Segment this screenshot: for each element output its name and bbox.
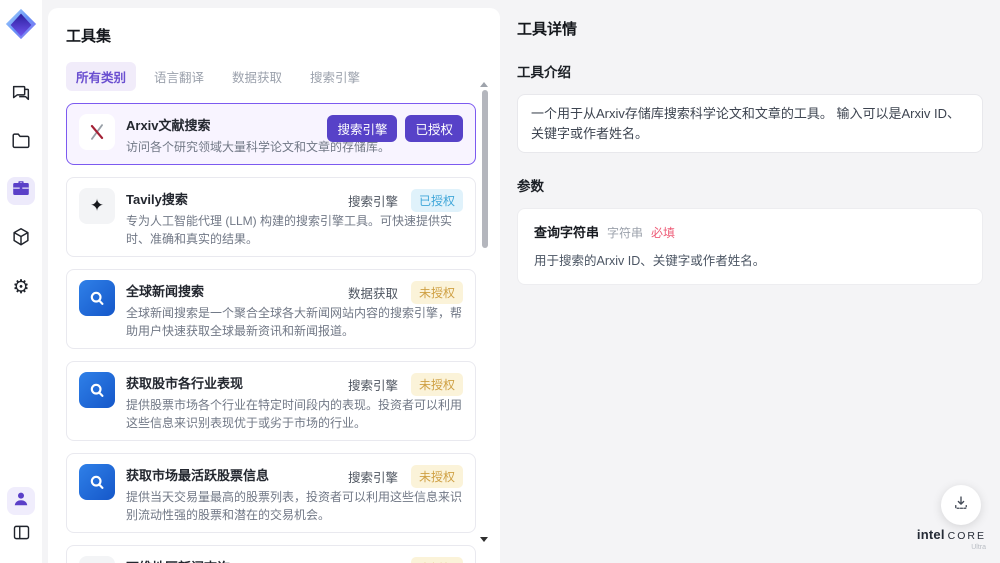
tool-card-active-stocks[interactable]: 获取市场最活跃股票信息 提供当天交易量最高的股票列表，投资者可以利用这些信息来识… (66, 453, 476, 533)
user-icon (11, 489, 31, 514)
param-type: 字符串 (607, 226, 644, 240)
toolbox-icon (10, 178, 32, 205)
page-title: 工具集 (66, 28, 112, 45)
tool-card-tavily[interactable]: ✦ Tavily搜索 专为人工智能代理 (LLM) 构建的搜索引擎工具。可快速提… (66, 177, 476, 257)
tool-card-arxiv[interactable]: Arxiv文献搜索 访问各个研究领域大量科学论文和文章的存储库。 搜索引擎 已授… (66, 103, 476, 165)
brand-intel-text: intel (916, 526, 945, 542)
folder-icon (10, 130, 32, 157)
panel-layout-icon (11, 522, 32, 548)
tool-badges: 搜索引擎 已授权 (327, 115, 463, 142)
category-label: 数据获取 (347, 287, 398, 301)
sidebar-item-settings[interactable]: ⚙ (7, 273, 35, 301)
tab-all-categories[interactable]: 所有类别 (66, 62, 137, 91)
param-description: 用于搜索的Arxiv ID、关键字或作者姓名。 (534, 254, 766, 268)
intel-core-logo: intel CORE Ultra (917, 526, 986, 552)
newspaper-icon (79, 556, 115, 563)
sidebar-item-toolbox[interactable] (7, 177, 35, 205)
tool-list-panel: 工具集 所有类别 语言翻译 数据获取 搜索引擎 Arxiv文献搜索 访问各个研究… (48, 8, 500, 563)
tool-badges: 搜索引擎 未授权 (348, 373, 463, 396)
auth-status-badge: 未授权 (410, 465, 463, 488)
auth-status-badge: 未授权 (410, 557, 463, 563)
tool-badges: 数据获取 未授权 (348, 281, 463, 304)
tool-description: 提供股票市场各个行业在特定时间段内的表现。投资者可以利用这些信息来识别表现优于或… (126, 398, 463, 430)
tab-language-translation[interactable]: 语言翻译 (144, 62, 214, 91)
tool-details-panel: 工具详情 工具介绍 一个用于从Arxiv存储库搜索科学论文和文章的工具。 输入可… (500, 0, 1000, 563)
intro-card: 一个用于从Arxiv存储库搜索科学论文和文章的工具。 输入可以是Arxiv ID… (517, 94, 983, 153)
tool-badges: 搜索引擎 未授权 (348, 557, 463, 563)
category-label: 搜索引擎 (347, 379, 398, 393)
auth-status-badge: 已授权 (410, 189, 463, 212)
intro-section-title: 工具介绍 (517, 65, 571, 80)
tool-description: 提供当天交易量最高的股票列表，投资者可以利用这些信息来识别流动性强的股票和潜在的… (126, 490, 463, 522)
chat-icon (10, 82, 32, 109)
tab-data-fetching[interactable]: 数据获取 (222, 62, 292, 91)
news-search-icon (79, 372, 115, 408)
sidebar-item-models[interactable] (7, 225, 35, 253)
category-badge: 搜索引擎 (327, 115, 398, 142)
category-label: 搜索引擎 (347, 195, 398, 209)
tool-description: 专为人工智能代理 (LLM) 构建的搜索引擎工具。可快速提供实时、准确和真实的结… (126, 214, 453, 246)
category-label: 搜索引擎 (347, 471, 398, 485)
app-window: ⚙ 工具集 所有类别 语言翻译 数据获取 搜索引擎 Arxiv文献搜索 访问各个… (0, 0, 1000, 563)
arxiv-logo-icon (79, 114, 115, 150)
scrollbar-thumb[interactable] (482, 90, 488, 248)
tool-card-sector-performance[interactable]: 获取股市各行业表现 提供股票市场各个行业在特定时间段内的表现。投资者可以利用这些… (66, 361, 476, 441)
category-tabs: 所有类别 语言翻译 数据获取 搜索引擎 (66, 62, 500, 91)
brand-ultra-text: Ultra (971, 544, 986, 552)
brand-core-text: CORE (947, 529, 986, 542)
sidebar-item-files[interactable] (7, 129, 35, 157)
sidebar-item-collapse[interactable] (7, 521, 35, 549)
scrollbar-up-arrow[interactable] (480, 82, 488, 87)
cube-icon (10, 226, 32, 253)
scrollbar-down-arrow[interactable] (480, 537, 488, 542)
sidebar-item-account[interactable] (7, 487, 35, 515)
tool-card-global-news[interactable]: 全球新闻搜索 全球新闻搜索是一个聚合全球各大新闻网站内容的搜索引擎，帮助用户快速… (66, 269, 476, 349)
tavily-star-icon: ✦ (79, 188, 115, 224)
param-card: 查询字符串 字符串 必填 用于搜索的Arxiv ID、关键字或作者姓名。 (517, 208, 983, 285)
download-icon (952, 494, 970, 517)
gear-icon: ⚙ (12, 275, 30, 298)
tool-description: 全球新闻搜索是一个聚合全球各大新闻网站内容的搜索引擎，帮助用户快速获取全球最新资… (126, 306, 463, 338)
auth-status-badge: 未授权 (410, 281, 463, 304)
tool-card-list: Arxiv文献搜索 访问各个研究领域大量科学论文和文章的存储库。 搜索引擎 已授… (66, 103, 500, 563)
param-name: 查询字符串 (534, 225, 600, 240)
app-logo-icon (4, 7, 38, 41)
news-search-icon (79, 280, 115, 316)
auth-status-badge: 未授权 (410, 373, 463, 396)
tool-badges: 搜索引擎 未授权 (348, 465, 463, 488)
category-label: 搜索引擎 (348, 559, 398, 563)
param-required-flag: 必填 (651, 226, 676, 240)
left-rail: ⚙ (0, 0, 42, 563)
sidebar-item-chat[interactable] (7, 81, 35, 109)
details-title: 工具详情 (517, 21, 578, 38)
download-button[interactable] (941, 485, 981, 525)
tab-search-engine[interactable]: 搜索引擎 (300, 62, 370, 91)
auth-status-badge: 已授权 (405, 115, 463, 142)
tool-card-regional-news[interactable]: 万维地区新闻查询 查询具体行政区划内的新闻，快速了解各地新闻动 搜索引擎 未授权 (66, 545, 476, 563)
news-search-icon (79, 464, 115, 500)
params-section-title: 参数 (517, 179, 544, 194)
tool-badges: 搜索引擎 已授权 (348, 189, 463, 212)
